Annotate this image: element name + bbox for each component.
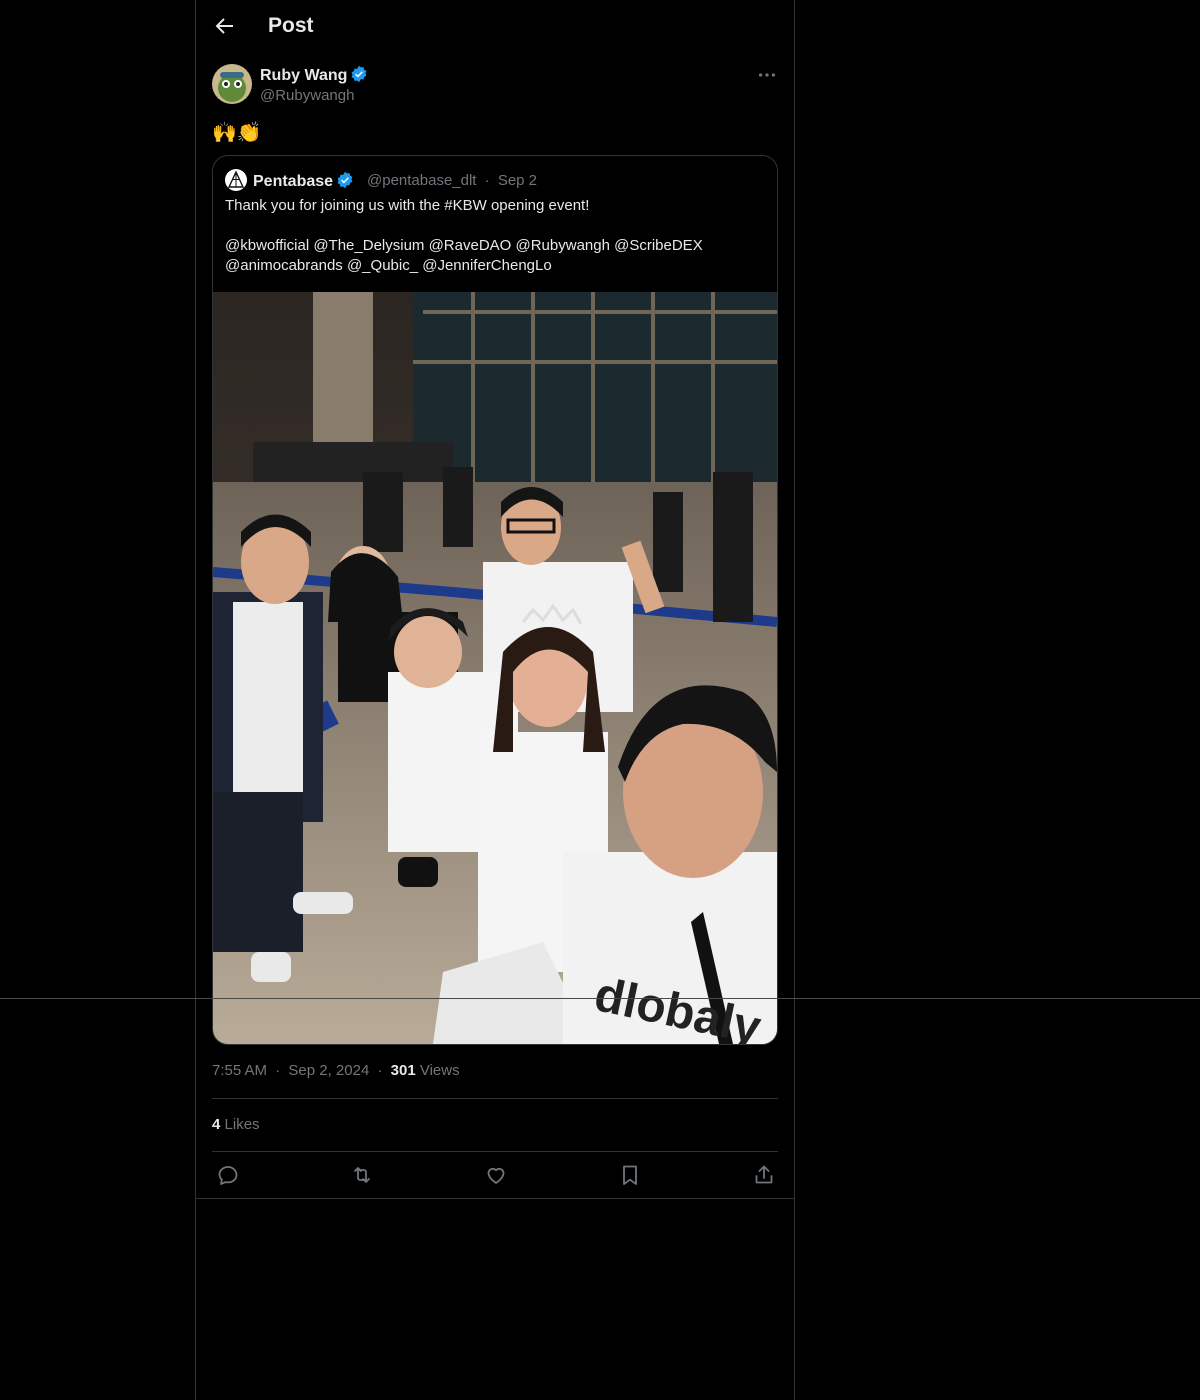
quoted-meta: @pentabase_dlt · Sep 2 xyxy=(367,172,538,189)
like-icon[interactable] xyxy=(484,1163,508,1187)
views-label: Views xyxy=(419,1062,460,1079)
repost-icon[interactable] xyxy=(350,1163,374,1187)
overlay-line xyxy=(0,998,1200,999)
quoted-author-name[interactable]: Pentabase xyxy=(253,171,354,191)
quoted-avatar[interactable] xyxy=(225,169,247,191)
arrow-left-icon[interactable] xyxy=(212,14,236,38)
quoted-text: Thank you for joining us with the #KBW o… xyxy=(225,197,703,274)
quoted-date[interactable]: Sep 2 xyxy=(498,172,537,189)
share-icon[interactable] xyxy=(752,1163,776,1187)
verified-badge-icon xyxy=(337,171,353,189)
avatar[interactable] xyxy=(212,64,252,104)
quoted-handle[interactable]: @pentabase_dlt xyxy=(367,172,476,189)
reply-icon[interactable] xyxy=(216,1163,240,1187)
verified-badge-icon xyxy=(351,65,367,83)
divider xyxy=(196,1198,794,1199)
author-handle[interactable]: @Rubywangh xyxy=(260,87,354,104)
quoted-post[interactable]: Pentabase @pentabase_dlt · Sep 2 Thank y… xyxy=(212,155,778,1045)
top-bar: Post xyxy=(196,0,794,53)
post-time[interactable]: 7:55 AM xyxy=(212,1062,267,1079)
post-date[interactable]: Sep 2, 2024 xyxy=(288,1062,369,1079)
likes-label: Likes xyxy=(224,1116,260,1133)
main-column: Post Ruby Wang @Rubywangh 🙌👏 Pentabase @… xyxy=(195,0,795,1400)
author-name[interactable]: Ruby Wang xyxy=(260,65,368,85)
action-bar xyxy=(196,1152,794,1198)
more-options-icon[interactable] xyxy=(756,64,778,86)
likes-count: 4 xyxy=(212,1116,221,1133)
post-timestamp: 7:55 AM · Sep 2, 2024 · 301 Views xyxy=(212,1062,460,1079)
likes-link[interactable]: 4 Likes xyxy=(212,1116,260,1133)
post-text: 🙌👏 xyxy=(212,122,262,144)
divider xyxy=(212,1098,778,1099)
page-title: Post xyxy=(268,14,314,37)
post-author: Ruby Wang @Rubywangh xyxy=(212,64,778,108)
views-count: 301 xyxy=(390,1062,416,1079)
group-selfie-photo[interactable]: dlobaly xyxy=(213,292,777,1044)
bookmark-icon[interactable] xyxy=(618,1163,642,1187)
